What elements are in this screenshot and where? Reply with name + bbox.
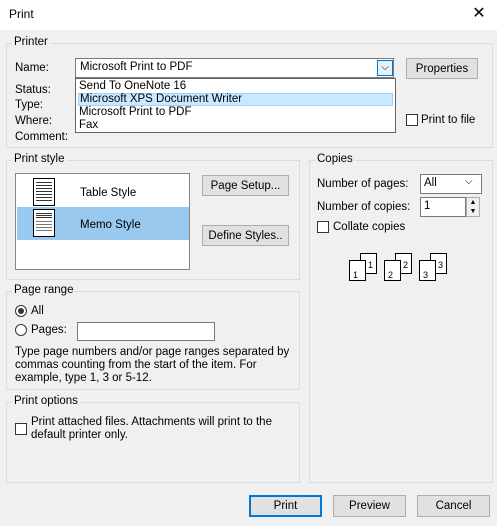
page-range-help-line-3: example, type 1, 3 or 5-12.	[15, 372, 152, 384]
name-label: Name:	[15, 62, 49, 74]
print-options-group	[6, 402, 300, 483]
page-range-help-line-1: Type page numbers and/or page ranges sep…	[15, 346, 290, 358]
number-of-copies-input[interactable]: 1	[420, 197, 466, 217]
spin-down-icon[interactable]: ▼	[467, 207, 479, 216]
where-label: Where:	[15, 115, 53, 127]
copies-spinner[interactable]: ▲ ▼	[466, 197, 480, 217]
type-label: Type:	[15, 99, 44, 111]
style-item-label: Memo Style	[80, 219, 141, 231]
page-range-legend: Page range	[12, 284, 76, 296]
dropdown-option-pdf[interactable]: Microsoft Print to PDF	[78, 106, 394, 119]
print-to-file-checkbox[interactable]	[406, 114, 418, 126]
collate-page-front: 2	[384, 260, 401, 281]
number-of-pages-label: Number of pages:	[317, 178, 409, 190]
status-label: Status:	[15, 84, 51, 96]
dropdown-option-xps[interactable]: Microsoft XPS Document Writer	[78, 93, 393, 106]
print-style-legend: Print style	[12, 153, 67, 165]
cancel-button[interactable]: Cancel	[417, 495, 490, 517]
print-style-list: Table Style Memo Style	[15, 173, 190, 270]
print-attached-files-label-line-1[interactable]: Print attached files. Attachments will p…	[31, 416, 272, 428]
pages-input[interactable]	[77, 322, 215, 341]
collate-illustration: 1 1 2 2 3 3	[349, 253, 449, 285]
memo-style-icon	[33, 209, 55, 237]
style-item-memo[interactable]: Memo Style	[17, 207, 189, 240]
comment-label: Comment:	[15, 131, 69, 143]
print-attached-files-checkbox[interactable]	[15, 423, 27, 435]
close-icon[interactable]: ✕	[466, 2, 492, 26]
all-pages-radio[interactable]	[15, 305, 27, 317]
collate-page-front: 3	[419, 260, 436, 281]
dropdown-option-fax[interactable]: Fax	[78, 119, 394, 132]
print-button[interactable]: Print	[249, 495, 322, 517]
printer-name-select[interactable]: Microsoft Print to PDF ⌵	[75, 58, 394, 78]
page-setup-button[interactable]: Page Setup...	[202, 175, 289, 196]
collate-copies-checkbox[interactable]	[317, 221, 329, 233]
all-pages-label[interactable]: All	[31, 305, 44, 317]
chevron-down-icon[interactable]: ⌵	[465, 176, 473, 187]
properties-button[interactable]: Properties	[406, 58, 478, 79]
collate-copies-label[interactable]: Collate copies	[333, 221, 405, 233]
dropdown-option-onenote[interactable]: Send To OneNote 16	[78, 80, 394, 93]
pages-radio[interactable]	[15, 324, 27, 336]
define-styles-button[interactable]: Define Styles..	[202, 225, 289, 246]
style-item-label: Table Style	[80, 187, 137, 199]
number-of-copies-label: Number of copies:	[317, 201, 411, 213]
number-of-pages-select[interactable]: All ⌵	[420, 174, 482, 194]
page-range-help-line-2: commas counting from the start of the it…	[15, 359, 257, 371]
window-title: Print	[9, 7, 34, 21]
printer-dropdown-list: Send To OneNote 16 Microsoft XPS Documen…	[75, 78, 396, 133]
collate-page-front: 1	[349, 260, 366, 281]
print-attached-files-label-line-2[interactable]: default printer only.	[31, 429, 128, 441]
spin-up-icon[interactable]: ▲	[467, 198, 479, 207]
copies-legend: Copies	[315, 153, 355, 165]
pages-label[interactable]: Pages:	[31, 324, 67, 336]
chevron-down-icon[interactable]: ⌵	[377, 60, 393, 76]
print-options-legend: Print options	[12, 395, 80, 407]
number-of-copies-value: 1	[424, 200, 431, 212]
number-of-pages-value: All	[424, 177, 437, 189]
table-style-icon	[33, 178, 55, 206]
style-item-table[interactable]: Table Style	[17, 175, 188, 208]
title-bar	[0, 0, 497, 30]
print-to-file-label[interactable]: Print to file	[421, 114, 475, 126]
printer-legend: Printer	[12, 36, 50, 48]
printer-name-value: Microsoft Print to PDF	[80, 61, 193, 73]
preview-button[interactable]: Preview	[333, 495, 406, 517]
